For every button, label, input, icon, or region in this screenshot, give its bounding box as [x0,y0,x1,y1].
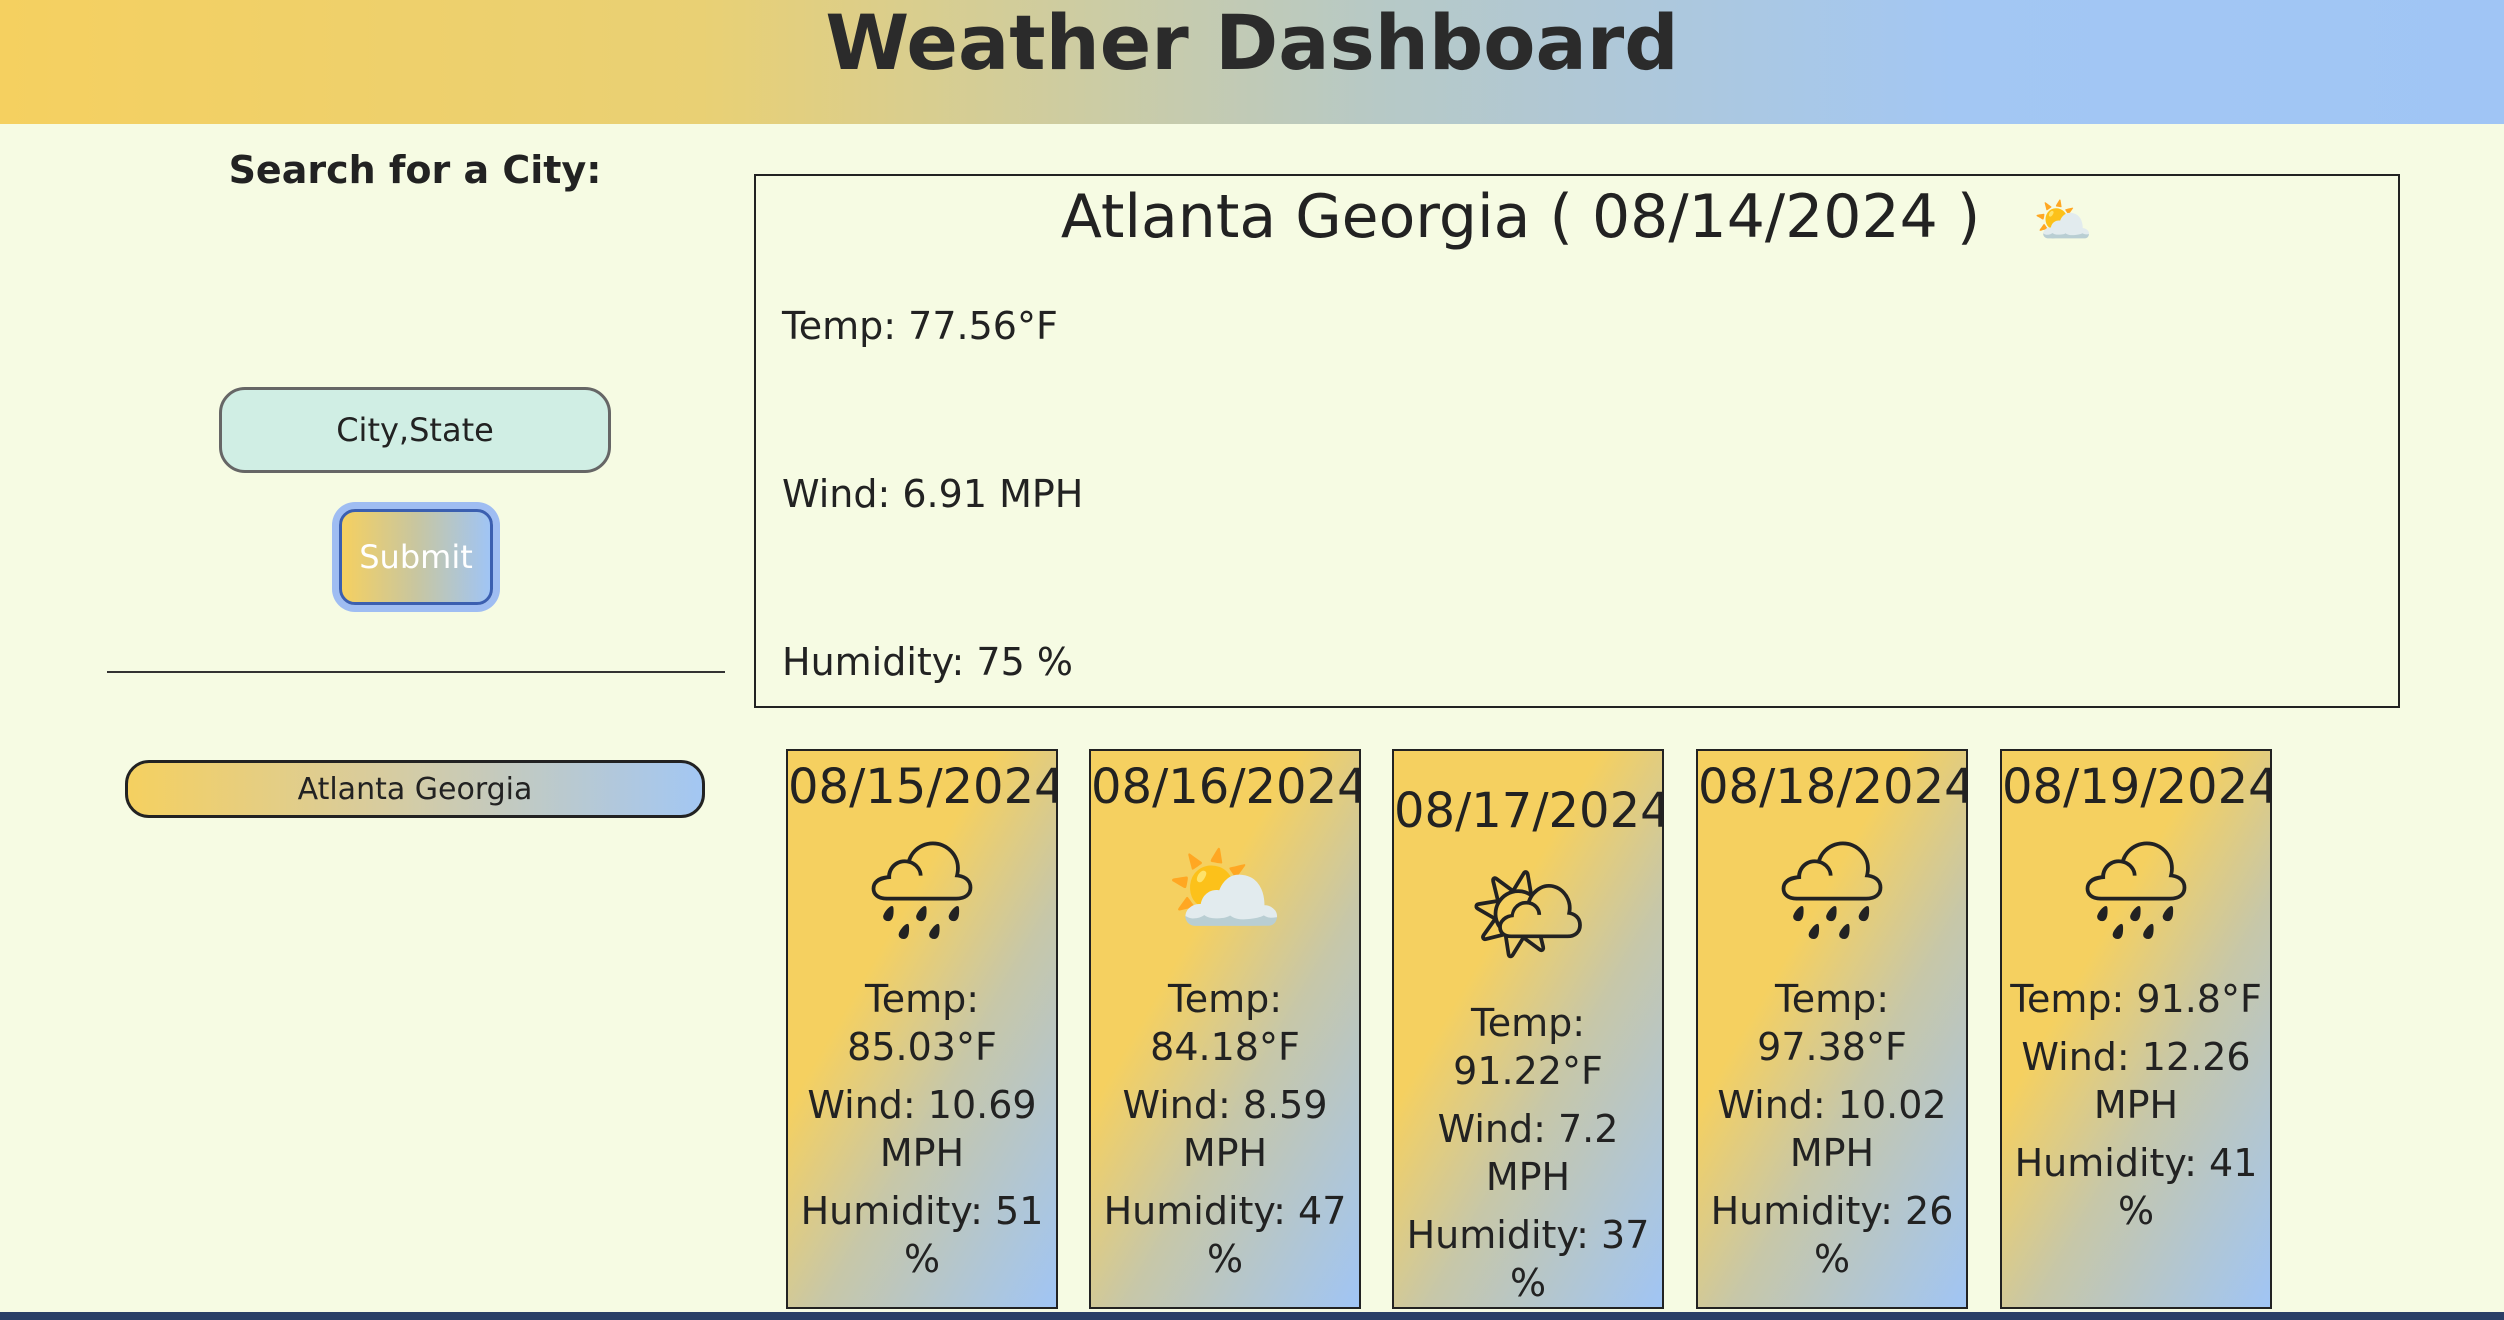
forecast-temp: Temp: 85.03°F [847,977,997,1069]
forecast-date: 08/15/2024 [788,759,1058,815]
forecast-temp: Temp: 91.22°F [1453,1001,1603,1093]
rain-cloud-icon: 🌧 [861,834,983,946]
submit-button[interactable]: Submit [339,509,493,605]
forecast-date: 08/19/2024 [2002,759,2272,815]
forecast-date: 08/17/2024 [1394,783,1664,839]
current-wind: Wind: 6.91 MPH [782,472,1084,516]
partly-cloudy-icon: ⛅ [1165,834,1285,946]
current-city-date: Atlanta Georgia ( 08/14/2024 ) [1060,182,1981,252]
page-title: Weather Dashboard [825,0,1679,87]
rain-cloud-icon: 🌧 [1771,834,1893,946]
forecast-card: 08/15/2024 🌧 Temp: 85.03°F Wind: 10.69 M… [786,749,1058,1309]
forecast-wind: Wind: 8.59 MPH [1122,1083,1328,1175]
partly-cloudy-icon: ⛅ [2033,192,2094,249]
sidebar-divider [107,671,725,673]
forecast-card: 08/18/2024 🌧 Temp: 97.38°F Wind: 10.02 M… [1696,749,1968,1309]
forecast-card: 08/19/2024 🌧 Temp: 91.8°F Wind: 12.26 MP… [2000,749,2272,1309]
current-weather-title: Atlanta Georgia ( 08/14/2024 ) ⛅ [756,182,2398,252]
forecast-temp: Temp: 84.18°F [1150,977,1300,1069]
forecast-wind: Wind: 7.2 MPH [1437,1107,1619,1199]
forecast-card: 08/17/2024 🌤 Temp: 91.22°F Wind: 7.2 MPH… [1392,749,1664,1309]
forecast-humidity: Humidity: 51 % [800,1189,1044,1281]
forecast-date: 08/16/2024 [1091,759,1361,815]
current-temp: Temp: 77.56°F [782,304,1058,348]
window-bottom-edge [0,1312,2504,1320]
forecast-wind: Wind: 10.69 MPH [807,1083,1037,1175]
city-search-input[interactable] [219,387,611,473]
forecast-humidity: Humidity: 47 % [1103,1189,1347,1281]
sun-behind-cloud-icon: 🌤 [1467,858,1589,970]
forecast-humidity: Humidity: 37 % [1406,1213,1650,1305]
forecast-date: 08/18/2024 [1698,759,1968,815]
forecast-wind: Wind: 12.26 MPH [2021,1035,2251,1127]
forecast-temp: Temp: 91.8°F [2010,977,2262,1021]
forecast-wind: Wind: 10.02 MPH [1717,1083,1947,1175]
search-label: Search for a City: [228,148,602,192]
forecast-humidity: Humidity: 41 % [2014,1141,2258,1233]
history-city-button[interactable]: Atlanta Georgia [125,760,705,818]
rain-cloud-icon: 🌧 [2075,834,2197,946]
current-humidity: Humidity: 75 % [782,640,1073,684]
current-weather-panel: Atlanta Georgia ( 08/14/2024 ) ⛅ Temp: 7… [754,174,2400,708]
forecast-humidity: Humidity: 26 % [1710,1189,1954,1281]
header-banner: Weather Dashboard [0,0,2504,124]
forecast-card: 08/16/2024 ⛅ Temp: 84.18°F Wind: 8.59 MP… [1089,749,1361,1309]
forecast-temp: Temp: 97.38°F [1757,977,1907,1069]
